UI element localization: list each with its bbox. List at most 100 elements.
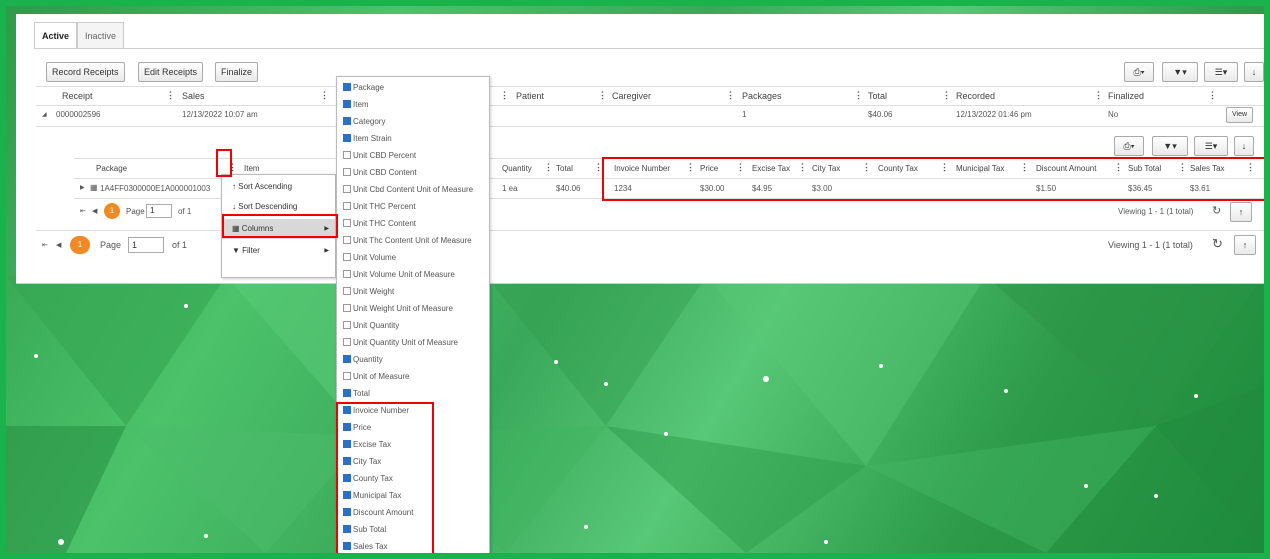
edit-receipts-button[interactable]: Edit Receipts — [138, 62, 204, 82]
sort-ascending-item[interactable]: ↑ Sort Ascending — [222, 177, 335, 197]
refresh-icon[interactable]: ↻ — [1212, 204, 1221, 217]
checkbox-unchecked-icon[interactable] — [343, 185, 351, 193]
col-menu-icon[interactable]: ⋮ — [598, 90, 607, 101]
col-recorded[interactable]: Recorded — [956, 87, 995, 105]
column-option[interactable]: Unit Volume — [343, 249, 396, 267]
tab-active[interactable]: Active — [34, 22, 78, 48]
sub-columns-button[interactable]: ☰▾ — [1194, 136, 1228, 156]
column-option[interactable]: Unit Quantity Unit of Measure — [343, 334, 458, 352]
checkbox-unchecked-icon[interactable] — [343, 287, 351, 295]
tab-inactive[interactable]: Inactive — [77, 22, 125, 48]
prev-page-icon[interactable]: ◀ — [56, 241, 61, 249]
column-option[interactable]: Unit of Measure — [343, 368, 409, 386]
checkbox-unchecked-icon[interactable] — [343, 253, 351, 261]
prev-page-icon[interactable]: ◀ — [92, 207, 97, 215]
first-page-icon[interactable]: ⇤ — [80, 207, 86, 215]
col-menu-icon[interactable]: ⋮ — [544, 162, 553, 173]
checkbox-unchecked-icon[interactable] — [343, 219, 351, 227]
col-menu-icon[interactable]: ⋮ — [500, 90, 509, 101]
column-option-label: Category — [353, 117, 386, 126]
col-sales[interactable]: Sales — [182, 87, 205, 105]
print-button[interactable]: ⎙▾ — [1124, 62, 1154, 82]
checkbox-checked-icon[interactable] — [343, 117, 351, 125]
refresh-icon[interactable]: ↻ — [1212, 236, 1223, 252]
checkbox-unchecked-icon[interactable] — [343, 304, 351, 312]
col-menu-icon[interactable]: ⋮ — [942, 90, 951, 101]
col-total[interactable]: Total — [868, 87, 887, 105]
checkbox-unchecked-icon[interactable] — [343, 168, 351, 176]
checkbox-unchecked-icon[interactable] — [343, 338, 351, 346]
sub-col-total[interactable]: Total — [556, 160, 573, 178]
col-patient[interactable]: Patient — [516, 87, 544, 105]
view-button[interactable]: View — [1226, 107, 1254, 123]
download-button[interactable]: ↓ — [1244, 62, 1264, 82]
filter-icon: ▼▾ — [1163, 141, 1177, 151]
column-option[interactable]: Total — [343, 385, 370, 403]
column-option[interactable]: Unit CBD Content — [343, 164, 417, 182]
checkbox-unchecked-icon[interactable] — [343, 321, 351, 329]
filter-button[interactable]: ▼▾ — [1162, 62, 1198, 82]
checkbox-checked-icon[interactable] — [343, 355, 351, 363]
checkbox-unchecked-icon[interactable] — [343, 236, 351, 244]
checkbox-unchecked-icon[interactable] — [343, 372, 351, 380]
current-page-badge[interactable]: 1 — [104, 203, 120, 219]
checkbox-checked-icon[interactable] — [343, 134, 351, 142]
column-option-label: Unit Weight — [353, 287, 395, 296]
printer-icon: ⎙▾ — [1133, 67, 1145, 77]
columns-button[interactable]: ☰▾ — [1204, 62, 1238, 82]
page-input[interactable]: 1 — [146, 204, 172, 218]
column-option[interactable]: Unit THC Content — [343, 215, 416, 233]
column-option-label: Unit Thc Content Unit of Measure — [353, 236, 472, 245]
col-menu-icon[interactable]: ⋮ — [166, 90, 175, 101]
current-page-badge[interactable]: 1 — [70, 236, 90, 254]
column-option[interactable]: Unit Weight Unit of Measure — [343, 300, 453, 318]
record-receipts-button[interactable]: Record Receipts — [46, 62, 125, 82]
column-option[interactable]: Unit Quantity — [343, 317, 399, 335]
column-option[interactable]: Unit THC Percent — [343, 198, 416, 216]
first-page-icon[interactable]: ⇤ — [42, 241, 48, 249]
column-option[interactable]: Unit Cbd Content Unit of Measure — [343, 181, 473, 199]
column-option[interactable]: Unit Volume Unit of Measure — [343, 266, 455, 284]
checkbox-unchecked-icon[interactable] — [343, 202, 351, 210]
filter-item[interactable]: ▼ Filter ▶ — [222, 241, 335, 261]
finalize-button[interactable]: Finalize — [215, 62, 259, 82]
checkbox-unchecked-icon[interactable] — [343, 270, 351, 278]
sub-filter-button[interactable]: ▼▾ — [1152, 136, 1188, 156]
checkbox-checked-icon[interactable] — [343, 100, 351, 108]
sub-print-button[interactable]: ⎙▾ — [1114, 136, 1144, 156]
column-option[interactable]: Quantity — [343, 351, 383, 369]
column-option[interactable]: Package — [343, 79, 384, 97]
col-menu-icon[interactable]: ⋮ — [1094, 90, 1103, 101]
column-option-label: Unit Weight Unit of Measure — [353, 304, 453, 313]
upload-button[interactable]: ↑ — [1230, 202, 1252, 222]
column-option[interactable]: Item — [343, 96, 369, 114]
column-option[interactable]: Unit Weight — [343, 283, 394, 301]
checkbox-checked-icon[interactable] — [343, 83, 351, 91]
checkbox-unchecked-icon[interactable] — [343, 151, 351, 159]
col-finalized[interactable]: Finalized — [1108, 87, 1144, 105]
col-menu-icon[interactable]: ⋮ — [320, 90, 329, 101]
sub-download-button[interactable]: ↓ — [1234, 136, 1254, 156]
col-caregiver[interactable]: Caregiver — [612, 87, 651, 105]
column-option[interactable]: Category — [343, 113, 385, 131]
collapse-icon[interactable]: ◢ — [42, 111, 47, 118]
page-label: Page — [100, 240, 122, 250]
column-option-label: Unit Quantity — [353, 321, 400, 330]
sub-col-quantity[interactable]: Quantity — [502, 160, 532, 178]
cell-finalized: No — [1108, 110, 1119, 119]
col-receipt[interactable]: Receipt — [62, 87, 93, 105]
column-option[interactable]: Unit CBD Percent — [343, 147, 416, 165]
col-menu-icon[interactable]: ⋮ — [854, 90, 863, 101]
column-option[interactable]: Item Strain — [343, 130, 392, 148]
checkbox-checked-icon[interactable] — [343, 389, 351, 397]
col-packages[interactable]: Packages — [742, 87, 782, 105]
expand-icon[interactable]: ▶ — [80, 184, 85, 191]
sub-col-package[interactable]: Package — [96, 160, 127, 178]
cell-quantity: 1 ea — [502, 184, 518, 193]
barcode-icon: ▦ — [90, 183, 98, 192]
col-menu-icon[interactable]: ⋮ — [1208, 90, 1217, 101]
page-input[interactable]: 1 — [128, 237, 164, 253]
col-menu-icon[interactable]: ⋮ — [726, 90, 735, 101]
upload-button[interactable]: ↑ — [1234, 235, 1256, 255]
column-option[interactable]: Unit Thc Content Unit of Measure — [343, 232, 472, 250]
